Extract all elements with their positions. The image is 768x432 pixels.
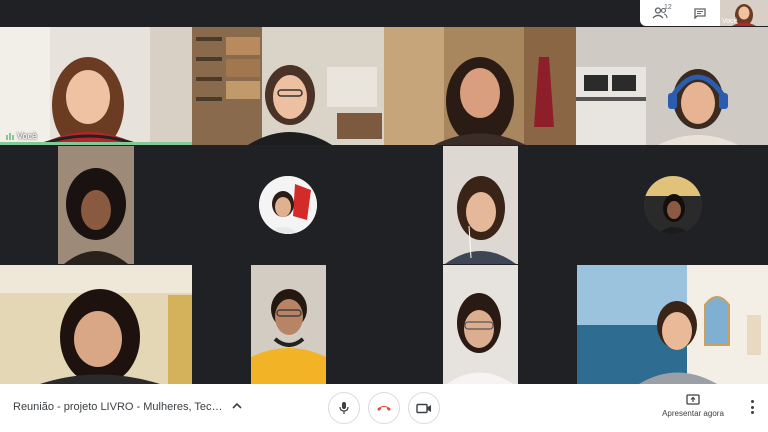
participant-video bbox=[384, 27, 576, 145]
present-icon bbox=[686, 394, 700, 405]
present-now-button[interactable]: Apresentar agora bbox=[660, 394, 726, 418]
camera-icon bbox=[416, 403, 431, 413]
video-grid: Você bbox=[0, 0, 768, 384]
participant-video bbox=[251, 265, 326, 384]
participant-video bbox=[58, 146, 134, 264]
participant-video bbox=[0, 265, 192, 384]
participant-tile[interactable] bbox=[251, 265, 326, 384]
participant-avatar-tile[interactable] bbox=[644, 176, 702, 234]
participant-tile[interactable] bbox=[0, 265, 192, 384]
participant-video-self bbox=[0, 27, 192, 145]
hangup-icon bbox=[377, 406, 391, 411]
avatar bbox=[644, 176, 702, 234]
audio-level-icon bbox=[6, 132, 14, 140]
more-options-icon[interactable] bbox=[746, 398, 758, 416]
chat-button[interactable] bbox=[680, 0, 720, 26]
self-preview-thumbnail[interactable]: Você bbox=[720, 0, 768, 26]
participants-button[interactable]: 12 bbox=[640, 0, 680, 26]
participant-tile[interactable] bbox=[443, 265, 518, 384]
avatar bbox=[259, 176, 317, 234]
present-now-label: Apresentar agora bbox=[662, 409, 724, 418]
participant-video bbox=[192, 27, 384, 145]
participant-tile[interactable] bbox=[443, 146, 518, 264]
chat-icon bbox=[694, 7, 706, 19]
participant-tile[interactable] bbox=[576, 27, 768, 145]
participant-video bbox=[443, 265, 518, 384]
self-preview-label: Você bbox=[722, 18, 738, 25]
participant-tile[interactable] bbox=[58, 146, 134, 264]
participant-tile[interactable] bbox=[384, 27, 576, 145]
participant-tile[interactable] bbox=[577, 265, 768, 384]
hangup-button[interactable] bbox=[368, 392, 400, 424]
top-right-bar: 12 Você bbox=[640, 0, 768, 26]
camera-button[interactable] bbox=[408, 392, 440, 424]
participant-video bbox=[576, 27, 768, 145]
participant-tile[interactable] bbox=[192, 27, 384, 145]
participant-avatar-tile[interactable] bbox=[259, 176, 317, 234]
microphone-icon bbox=[339, 402, 349, 414]
meeting-title[interactable]: Reunião - projeto LIVRO - Mulheres, Tecn… bbox=[13, 401, 223, 413]
participant-video bbox=[577, 265, 768, 384]
microphone-button[interactable] bbox=[328, 392, 360, 424]
participant-video bbox=[443, 146, 518, 264]
chevron-up-icon[interactable] bbox=[231, 400, 243, 412]
participant-count: 12 bbox=[664, 4, 672, 11]
speaking-indicator bbox=[0, 142, 192, 145]
bottom-control-bar: Reunião - projeto LIVRO - Mulheres, Tecn… bbox=[0, 384, 768, 432]
participant-tile-self[interactable]: Você bbox=[0, 27, 192, 145]
self-name-label: Você bbox=[6, 131, 37, 141]
